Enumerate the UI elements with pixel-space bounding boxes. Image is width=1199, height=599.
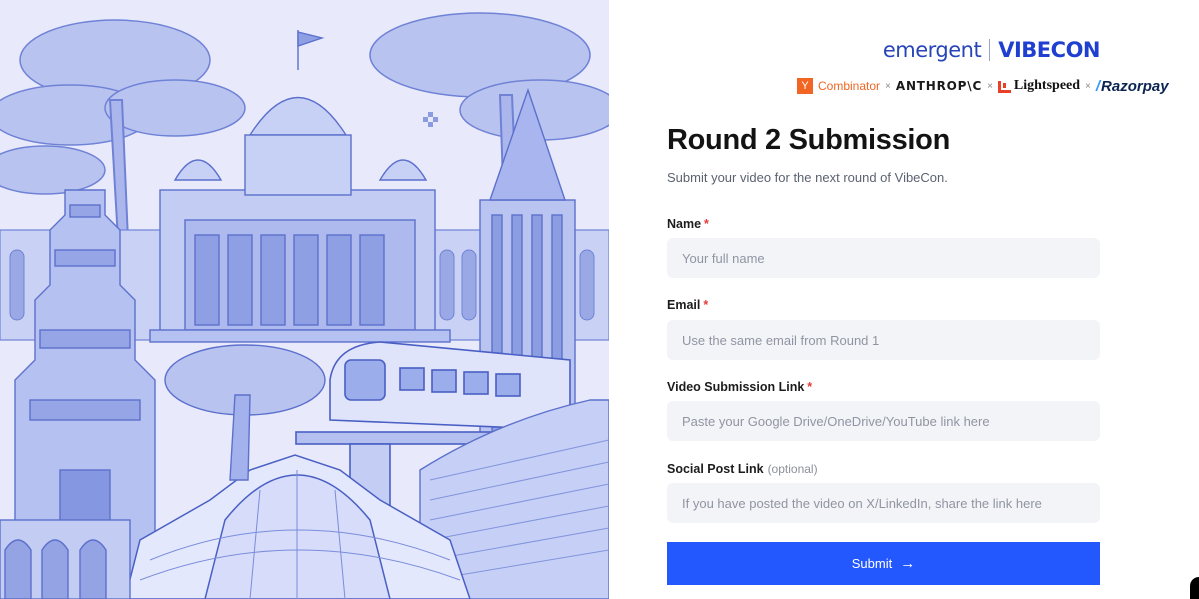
social-link-label-text: Social Post Link	[667, 462, 764, 476]
page: emergent VIBECON Y Combinator × ANTHROP\…	[0, 0, 1199, 599]
corner-widget	[1190, 577, 1199, 599]
required-marker: *	[807, 380, 813, 394]
page-title: Round 2 Submission	[667, 124, 951, 156]
sponsor-separator: ×	[987, 80, 993, 92]
required-marker: *	[703, 298, 709, 312]
social-link-input[interactable]	[667, 483, 1100, 523]
yc-logo-text: Combinator	[818, 79, 881, 93]
lightspeed-logo: Lightspeed	[1013, 78, 1081, 93]
email-input[interactable]	[667, 320, 1100, 360]
name-label: Name *	[667, 217, 709, 231]
brand-divider	[989, 39, 991, 61]
name-input[interactable]	[667, 238, 1100, 278]
arrow-right-icon: →	[900, 555, 916, 572]
sponsor-separator: ×	[1085, 80, 1091, 92]
form-pane: emergent VIBECON Y Combinator × ANTHROP\…	[609, 0, 1199, 599]
page-subtitle: Submit your video for the next round of …	[667, 170, 948, 185]
email-label: Email *	[667, 298, 708, 312]
bengaluru-illustration	[0, 0, 609, 599]
video-link-label-text: Video Submission Link	[667, 380, 805, 394]
optional-note: (optional)	[767, 462, 818, 476]
required-marker: *	[704, 217, 709, 231]
anthropic-logo: ANTHROP\C	[895, 79, 983, 93]
razorpay-icon: /	[1095, 77, 1101, 95]
video-link-input[interactable]	[667, 401, 1100, 441]
emergent-logo: emergent	[882, 38, 982, 62]
vibecon-logo: VIBECON	[998, 38, 1100, 62]
sponsor-logos: Y Combinator × ANTHROP\C × Lightspeed × …	[797, 77, 1169, 95]
yc-logo-mark: Y	[797, 78, 813, 94]
brand-logos: emergent VIBECON	[882, 38, 1101, 62]
social-link-label: Social Post Link (optional)	[667, 462, 818, 476]
lightspeed-icon	[997, 80, 1011, 93]
submit-label: Submit	[851, 556, 893, 571]
razorpay-logo: Razorpay	[1101, 77, 1169, 95]
submit-button[interactable]: Submit →	[667, 542, 1100, 585]
email-label-text: Email	[667, 298, 701, 312]
video-link-label: Video Submission Link *	[667, 380, 812, 394]
sponsor-separator: ×	[885, 80, 891, 92]
name-label-text: Name	[667, 217, 702, 231]
